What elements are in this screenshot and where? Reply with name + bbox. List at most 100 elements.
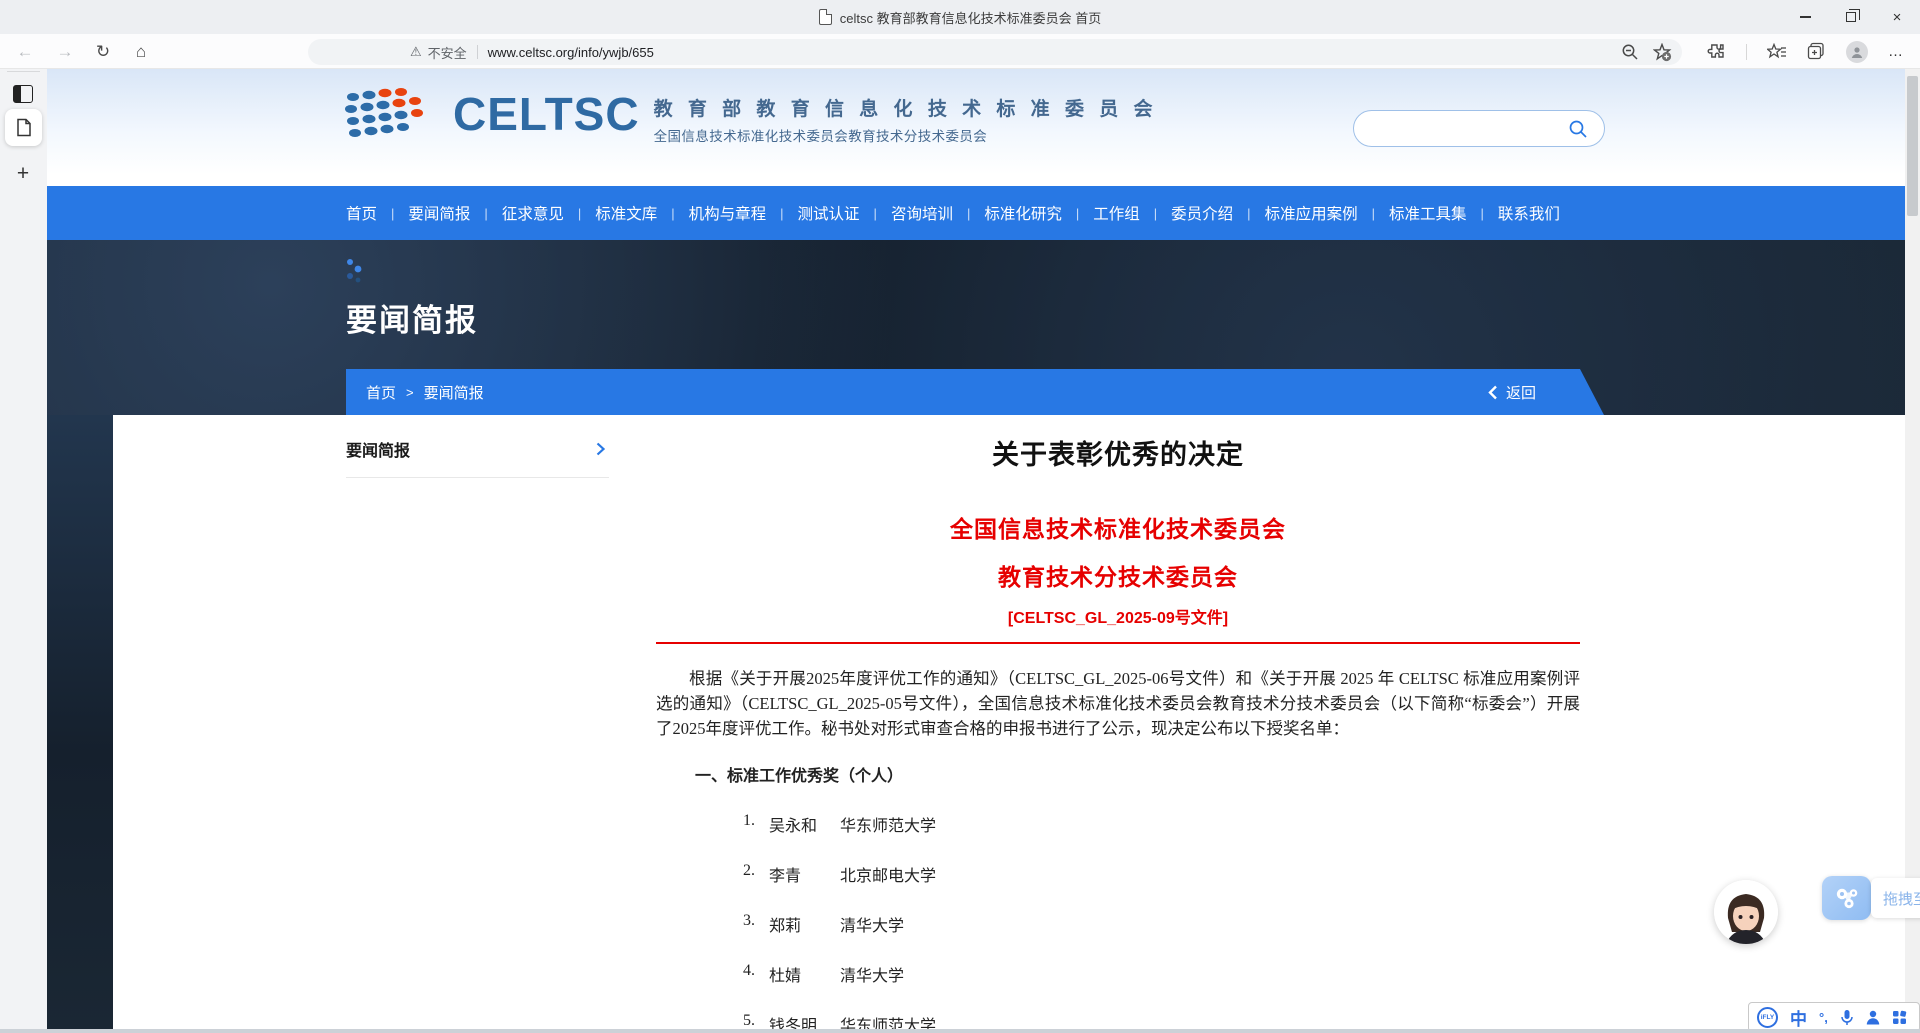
- tab-title: celtsc 教育部教育信息化技术标准委员会 首页: [840, 8, 1101, 27]
- close-button[interactable]: ×: [1874, 0, 1920, 34]
- section-title: 一、标准工作优秀奖（个人）: [695, 762, 1580, 786]
- search-icon[interactable]: [1568, 119, 1588, 139]
- award-name: 郑莉: [769, 912, 840, 936]
- celtsc-dots-logo-icon: [343, 83, 447, 145]
- nav-item-home[interactable]: 首页: [346, 202, 377, 224]
- award-name: 李青: [769, 862, 840, 886]
- award-organization: 清华大学: [840, 962, 904, 986]
- home-button[interactable]: ⌂: [124, 34, 158, 69]
- ime-toolbar[interactable]: iFLY 中 °,: [1748, 1002, 1920, 1032]
- ime-language-toggle[interactable]: 中: [1790, 1005, 1807, 1030]
- side-menu-item-label: 要闻简报: [346, 437, 410, 461]
- zoom-out-icon[interactable]: [1621, 43, 1639, 61]
- nav-separator: |: [1247, 206, 1250, 221]
- url-text[interactable]: www.celtsc.org/info/ywjb/655: [488, 45, 654, 60]
- new-tab-button[interactable]: +: [13, 164, 33, 184]
- scrollbar-thumb[interactable]: [1907, 76, 1918, 216]
- nav-separator: |: [1480, 206, 1483, 221]
- restore-button[interactable]: [1828, 0, 1874, 34]
- active-tab-page-icon: [16, 118, 32, 137]
- left-dark-gutter: [47, 415, 113, 1029]
- active-tab-card[interactable]: [5, 109, 42, 146]
- back-button[interactable]: ←: [8, 34, 42, 69]
- banner-title: 要闻简报: [346, 295, 478, 340]
- side-menu: 要闻简报: [346, 427, 609, 478]
- nav-item-contact[interactable]: 联系我们: [1498, 202, 1560, 224]
- ime-grid-icon[interactable]: [1892, 1010, 1907, 1025]
- nav-item-training[interactable]: 咨询培训: [891, 202, 953, 224]
- close-icon: ×: [1893, 9, 1902, 26]
- article-red-heading-1: 全国信息技术标准化技术委员会: [656, 510, 1580, 544]
- nav-item-tools[interactable]: 标准工具集: [1389, 202, 1467, 224]
- cloud-drive-icon: [1834, 886, 1860, 910]
- toolbar-separator: [1746, 44, 1747, 60]
- restore-icon: [1846, 12, 1856, 22]
- extensions-icon[interactable]: [1707, 42, 1726, 61]
- nav-item-testing[interactable]: 测试认证: [798, 202, 860, 224]
- breadcrumb-home-link[interactable]: 首页: [366, 382, 396, 403]
- award-name: 吴永和: [769, 812, 840, 836]
- back-icon: ←: [17, 42, 34, 62]
- back-link-label: 返回: [1506, 382, 1536, 403]
- user-icon[interactable]: [1866, 1010, 1880, 1025]
- refresh-button[interactable]: ↻: [86, 34, 120, 69]
- nav-item-news[interactable]: 要闻简报: [408, 202, 470, 224]
- netdisk-drag-button[interactable]: [1822, 876, 1871, 920]
- nav-separator: |: [391, 206, 394, 221]
- main-navigation: 首页 | 要闻简报 | 征求意见 | 标准文库 | 机构与章程 | 测试认证 |…: [47, 186, 1905, 240]
- page-favicon-icon: [819, 9, 832, 25]
- chevron-right-icon: [596, 442, 605, 456]
- assistant-avatar-icon: [1714, 880, 1778, 944]
- profile-button[interactable]: [1846, 41, 1868, 63]
- page-banner: 要闻简报 首页 > 要闻简报 返回: [47, 240, 1905, 415]
- profile-icon: [1850, 45, 1864, 59]
- minimize-button[interactable]: [1782, 0, 1828, 34]
- nav-item-workgroup[interactable]: 工作组: [1093, 202, 1140, 224]
- nav-item-charter[interactable]: 机构与章程: [689, 202, 767, 224]
- page-viewport: CELTSC 教 育 部 教 育 信 息 化 技 术 标 准 委 员 会 全国信…: [47, 69, 1905, 1033]
- collections-icon[interactable]: [1807, 42, 1826, 61]
- breadcrumb-separator: >: [406, 385, 414, 400]
- microphone-icon[interactable]: [1840, 1009, 1854, 1026]
- nav-separator: |: [1372, 206, 1375, 221]
- address-divider: [477, 45, 478, 59]
- content-area: 要闻简报 关于表彰优秀的决定 全国信息技术标准化技术委员会 教育技术分技术委员会…: [47, 415, 1905, 1033]
- chevron-left-icon: [1488, 385, 1498, 400]
- article-paragraph: 根据《关于开展2025年度评优工作的通知》（CELTSC_GL_2025-06号…: [656, 666, 1580, 741]
- site-logo[interactable]: CELTSC 教 育 部 教 育 信 息 化 技 术 标 准 委 员 会 全国信…: [343, 83, 1158, 145]
- search-input[interactable]: [1353, 110, 1605, 147]
- side-menu-item-news[interactable]: 要闻简报: [346, 427, 609, 478]
- nav-item-comments[interactable]: 征求意见: [502, 202, 564, 224]
- settings-menu-icon[interactable]: …: [1888, 43, 1904, 60]
- browser-tab-bar: celtsc 教育部教育信息化技术标准委员会 首页 ×: [0, 0, 1920, 34]
- ifly-logo-icon[interactable]: iFLY: [1757, 1007, 1778, 1028]
- address-bar[interactable]: ⚠ 不安全 www.celtsc.org/info/ywjb/655: [308, 39, 1682, 65]
- nav-separator: |: [671, 206, 674, 221]
- ime-punctuation-toggle[interactable]: °,: [1819, 1010, 1828, 1025]
- drag-tooltip: 拖拽至此: [1871, 878, 1920, 918]
- refresh-icon: ↻: [96, 42, 110, 62]
- forward-button[interactable]: →: [48, 34, 82, 69]
- award-number: 3.: [743, 912, 769, 936]
- vertical-tabs-icon[interactable]: [13, 85, 33, 103]
- window-bottom-edge: [0, 1029, 1920, 1033]
- nav-item-standards-library[interactable]: 标准文库: [595, 202, 657, 224]
- nav-separator: |: [780, 206, 783, 221]
- back-link[interactable]: 返回: [1488, 382, 1536, 403]
- favorites-bar-icon[interactable]: [1767, 43, 1787, 61]
- assistant-avatar[interactable]: [1714, 880, 1778, 944]
- nav-item-cases[interactable]: 标准应用案例: [1265, 202, 1358, 224]
- award-row: 3. 郑莉 清华大学: [656, 912, 1580, 936]
- browser-tab[interactable]: celtsc 教育部教育信息化技术标准委员会 首页: [819, 8, 1101, 27]
- not-secure-warning-icon: ⚠: [410, 44, 422, 60]
- security-label[interactable]: 不安全: [428, 43, 467, 62]
- award-organization: 北京邮电大学: [840, 862, 936, 886]
- award-number: 2.: [743, 862, 769, 886]
- add-favorite-icon[interactable]: [1653, 43, 1672, 62]
- nav-item-research[interactable]: 标准化研究: [984, 202, 1062, 224]
- site-header: CELTSC 教 育 部 教 育 信 息 化 技 术 标 准 委 员 会 全国信…: [47, 69, 1905, 186]
- vertical-tabs-strip: +: [0, 69, 47, 1033]
- minimize-icon: [1800, 16, 1811, 17]
- award-number: 4.: [743, 962, 769, 986]
- nav-item-members[interactable]: 委员介绍: [1171, 202, 1233, 224]
